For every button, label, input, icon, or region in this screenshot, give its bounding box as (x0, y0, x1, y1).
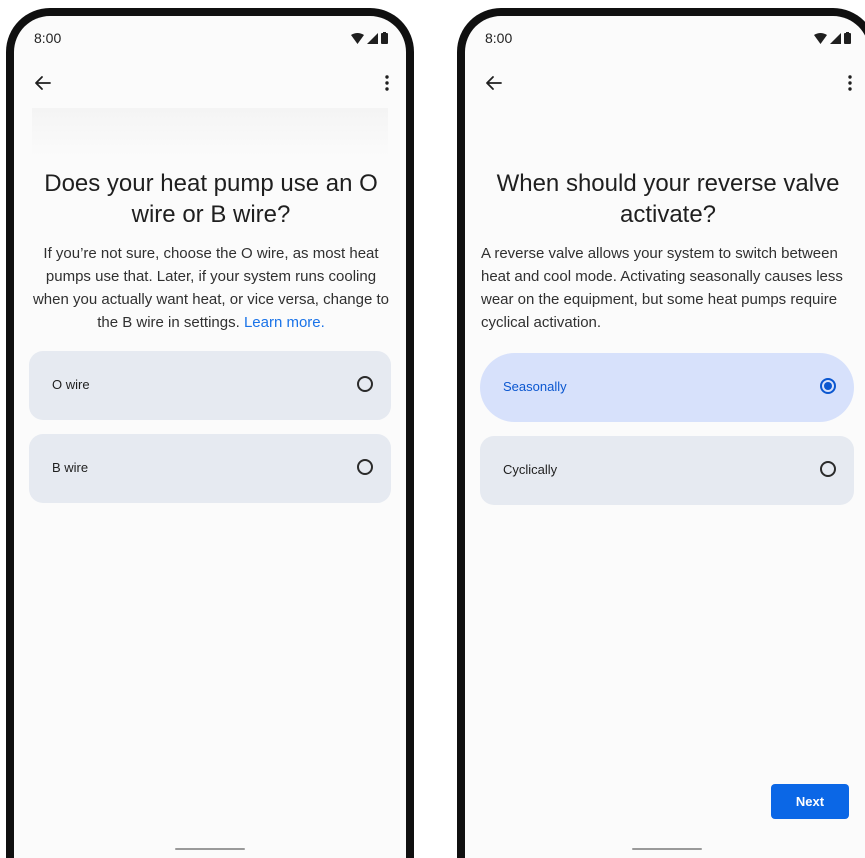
next-button[interactable]: Next (771, 784, 849, 819)
page-title: Does your heat pump use an O wire or B w… (44, 170, 378, 228)
phone-frame-1: 8:00 Does your heat pump use an O wire o… (6, 8, 414, 858)
description-text: If you’re not sure, choose the O wire, a… (32, 245, 390, 331)
home-indicator (632, 848, 702, 850)
wifi-icon (814, 32, 827, 44)
phone-frame-2: 8:00 When should your reverse valve acti… (457, 8, 865, 858)
back-button[interactable] (28, 68, 58, 98)
radio-button[interactable] (357, 376, 373, 392)
page-description: If you’re not sure, choose the O wire, a… (30, 242, 392, 334)
cell-signal-icon (367, 32, 378, 44)
back-button[interactable] (479, 68, 509, 98)
battery-icon (381, 32, 388, 44)
page-title: When should your reverse valve activate? (496, 170, 840, 228)
screen-1: 8:00 Does your heat pump use an O wire o… (14, 16, 406, 858)
option-seasonally[interactable]: Seasonally (480, 353, 854, 422)
home-indicator (175, 848, 245, 850)
overflow-menu-button[interactable] (372, 68, 402, 98)
option-label: Seasonally (503, 379, 567, 394)
status-bar: 8:00 (34, 30, 388, 48)
option-cyclically[interactable]: Cyclically (480, 436, 854, 505)
learn-more-link[interactable]: Learn more. (244, 314, 325, 331)
status-time: 8:00 (485, 30, 513, 46)
page-description: A reverse valve allows your system to sw… (481, 245, 843, 331)
wifi-icon (351, 32, 364, 44)
cell-signal-icon (830, 32, 841, 44)
status-time: 8:00 (34, 30, 62, 46)
radio-button-selected[interactable] (820, 378, 836, 394)
more-vert-icon (848, 75, 852, 91)
option-label: Cyclically (503, 462, 558, 477)
app-bar (14, 68, 406, 98)
arrow-back-icon (35, 76, 51, 90)
option-b-wire[interactable]: B wire (29, 434, 391, 503)
overflow-menu-button[interactable] (835, 68, 865, 98)
more-vert-icon (385, 75, 389, 91)
illustration-placeholder (32, 108, 388, 156)
status-bar: 8:00 (485, 30, 851, 48)
screen-2: 8:00 When should your reverse valve acti… (465, 16, 865, 858)
option-label: O wire (52, 377, 90, 392)
option-label: B wire (52, 460, 89, 475)
radio-button[interactable] (820, 461, 836, 477)
arrow-back-icon (486, 76, 502, 90)
system-icons (814, 32, 851, 44)
option-o-wire[interactable]: O wire (29, 351, 391, 420)
radio-button[interactable] (357, 459, 373, 475)
app-bar (465, 68, 865, 98)
system-icons (351, 32, 388, 44)
battery-icon (844, 32, 851, 44)
